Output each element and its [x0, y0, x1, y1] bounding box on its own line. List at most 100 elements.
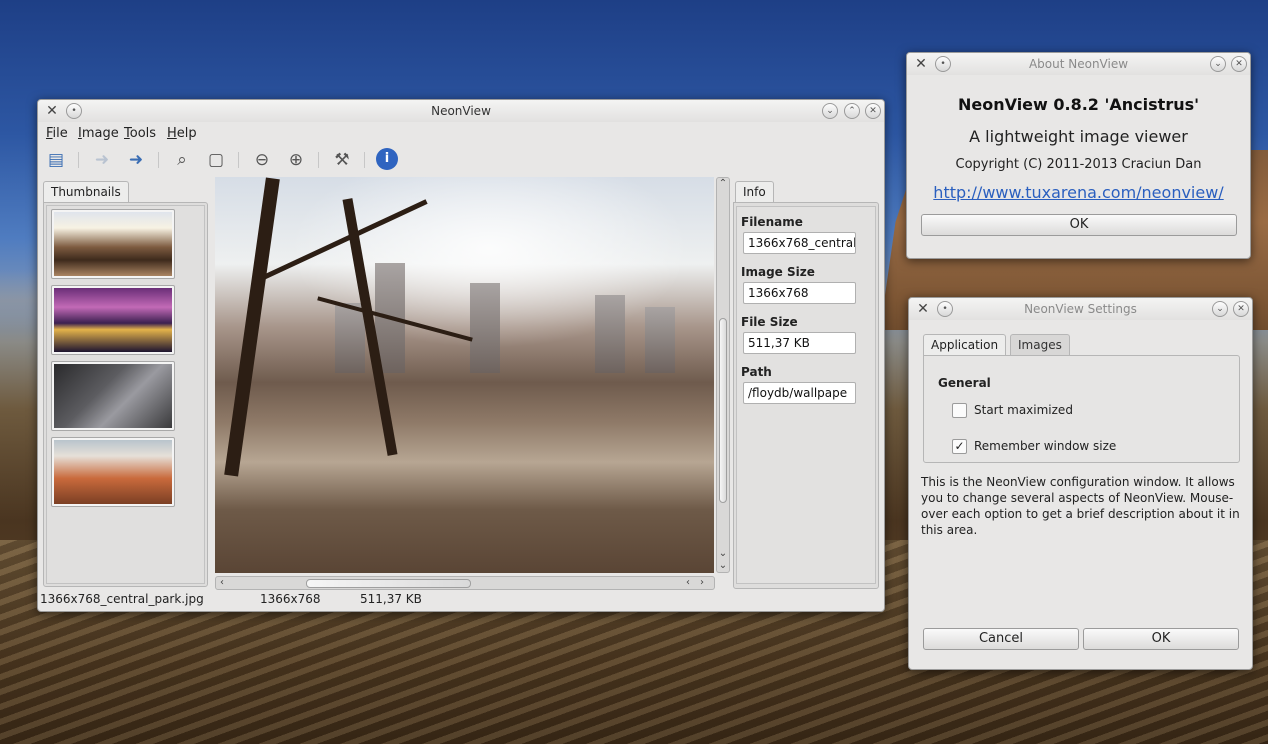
remember-window-size-label: Remember window size [974, 439, 1117, 453]
settings-ok-button[interactable]: OK [1083, 628, 1239, 650]
scroll-left-arrow[interactable]: ‹ [216, 577, 228, 589]
toolbar-separator [238, 152, 239, 168]
maximize-button[interactable]: ⌃ [844, 103, 860, 119]
menu-tools[interactable]: Tools [124, 126, 156, 141]
filename-label: Filename [741, 215, 803, 229]
vertical-scrollbar[interactable]: ⌃ ⌄ ⌄ [716, 177, 730, 573]
about-window: ✕ • About NeonView ⌄ ✕ NeonView 0.8.2 'A… [906, 52, 1251, 259]
thumbnail-image [54, 440, 172, 504]
filename-field[interactable]: 1366x768_central [743, 232, 856, 254]
status-filesize: 511,37 KB [360, 592, 422, 606]
about-close-button[interactable]: ✕ [1231, 56, 1247, 72]
thumbnail-list [46, 205, 205, 584]
status-filename: 1366x768_central_park.jpg [40, 592, 204, 606]
main-title: NeonView [431, 104, 491, 118]
thumbnail-item[interactable] [51, 209, 175, 279]
tab-application[interactable]: Application [923, 334, 1007, 356]
menu-help-accel: H [167, 126, 177, 141]
settings-tools-icon[interactable]: ⚒ [330, 148, 354, 172]
scroll-up-arrow[interactable]: ⌃ [717, 178, 729, 190]
zoom-out-icon[interactable]: ⊖ [250, 148, 274, 172]
image-size-label: Image Size [741, 265, 815, 279]
zoom-original-icon[interactable]: ⌕ [170, 148, 194, 172]
cancel-label: Cancel [978, 631, 1024, 646]
settings-pin-button[interactable]: • [937, 301, 953, 317]
menu-image[interactable]: Image [78, 126, 119, 141]
about-titlebar[interactable]: ✕ • About NeonView ⌄ ✕ [907, 53, 1250, 75]
scroll-right-arrow[interactable]: › [696, 577, 708, 589]
tab-images[interactable]: Images [1010, 334, 1070, 356]
settings-cancel-button[interactable]: Cancel [923, 628, 1079, 650]
about-pin-button[interactable]: • [935, 56, 951, 72]
scroll-left-arrow-2[interactable]: ‹ [682, 577, 694, 589]
city-building [470, 283, 500, 373]
general-group-title: General [938, 376, 991, 390]
print-icon[interactable]: ▤ [44, 148, 68, 172]
zoom-in-icon[interactable]: ⊕ [284, 148, 308, 172]
thumbnail-item[interactable] [51, 361, 175, 431]
info-inner: Filename 1366x768_central Image Size 136… [736, 206, 876, 584]
thumbnail-image [54, 288, 172, 352]
scroll-down-arrow[interactable]: ⌄ [717, 548, 729, 560]
forward-arrow-icon[interactable]: ➜ [124, 148, 148, 172]
settings-title: NeonView Settings [1024, 302, 1137, 316]
minimize-button[interactable]: ⌄ [822, 103, 838, 119]
toolbar-separator [318, 152, 319, 168]
about-app-icon[interactable]: ✕ [913, 56, 929, 72]
file-size-field[interactable]: 511,37 KB [743, 332, 856, 354]
menu-file-rest: ile [52, 126, 68, 141]
menu-help[interactable]: Help [167, 126, 197, 141]
menu-help-rest: elp [176, 126, 197, 141]
toolbar-separator [78, 152, 79, 168]
settings-ok-label: OK [1151, 631, 1171, 646]
menubar: File Image Tools Help [38, 124, 884, 144]
settings-app-icon[interactable]: ✕ [915, 301, 931, 317]
horizontal-scrollbar[interactable]: ‹ ‹ › [215, 576, 715, 590]
image-size-field[interactable]: 1366x768 [743, 282, 856, 304]
about-minimize-button[interactable]: ⌄ [1210, 56, 1226, 72]
about-website-link[interactable]: http://www.tuxarena.com/neonview/ [907, 183, 1250, 202]
start-maximized-checkbox[interactable] [952, 403, 967, 418]
scroll-down-arrow-2[interactable]: ⌄ [717, 560, 729, 572]
tab-thumbnails[interactable]: Thumbnails [43, 181, 129, 203]
about-title: About NeonView [1028, 57, 1129, 71]
about-copyright: Copyright (C) 2011-2013 Craciun Dan [955, 157, 1202, 172]
horizontal-scroll-thumb[interactable] [306, 579, 471, 588]
back-arrow-icon[interactable]: ➜ [90, 148, 114, 172]
settings-minimize-button[interactable]: ⌄ [1212, 301, 1228, 317]
menu-tools-rest: ools [129, 126, 157, 141]
main-window: ✕ • NeonView ⌄ ⌃ ✕ File Image Tools Help… [37, 99, 885, 612]
main-titlebar[interactable]: ✕ • NeonView ⌄ ⌃ ✕ [38, 100, 884, 122]
remember-window-size-checkbox[interactable]: ✓ [952, 439, 967, 454]
menu-image-rest: mage [81, 126, 119, 141]
info-icon[interactable]: i [376, 148, 398, 170]
thumbnail-item[interactable] [51, 437, 175, 507]
tab-info[interactable]: Info [735, 181, 774, 203]
tree-trunk [224, 177, 280, 477]
city-building [335, 303, 365, 373]
settings-titlebar[interactable]: ✕ • NeonView Settings ⌄ ✕ [909, 298, 1252, 320]
toolbar: ▤ ➜ ➜ ⌕ ▢ ⊖ ⊕ ⚒ i [38, 146, 884, 174]
toolbar-separator [364, 152, 365, 168]
fit-page-icon[interactable]: ▢ [204, 148, 228, 172]
menu-file[interactable]: File [46, 126, 68, 141]
city-building [645, 307, 675, 373]
app-tools-icon[interactable]: ✕ [44, 103, 60, 119]
thumbnail-image [54, 212, 172, 276]
file-size-label: File Size [741, 315, 798, 329]
settings-description: This is the NeonView configuration windo… [921, 475, 1240, 537]
settings-close-button[interactable]: ✕ [1233, 301, 1249, 317]
settings-window: ✕ • NeonView Settings ⌄ ✕ Application Im… [908, 297, 1253, 670]
about-ok-button[interactable]: OK [921, 214, 1237, 236]
settings-general-panel: General Start maximized ✓ Remember windo… [923, 355, 1240, 463]
toolbar-separator [158, 152, 159, 168]
path-field[interactable]: /floydb/wallpape [743, 382, 856, 404]
close-button[interactable]: ✕ [865, 103, 881, 119]
status-dimensions: 1366x768 [260, 592, 321, 606]
about-heading: NeonView 0.8.2 'Ancistrus' [957, 95, 1200, 114]
thumbnails-panel [43, 202, 208, 587]
pin-button[interactable]: • [66, 103, 82, 119]
vertical-scroll-thumb[interactable] [719, 318, 727, 503]
image-viewer[interactable] [215, 177, 714, 573]
thumbnail-item[interactable] [51, 285, 175, 355]
